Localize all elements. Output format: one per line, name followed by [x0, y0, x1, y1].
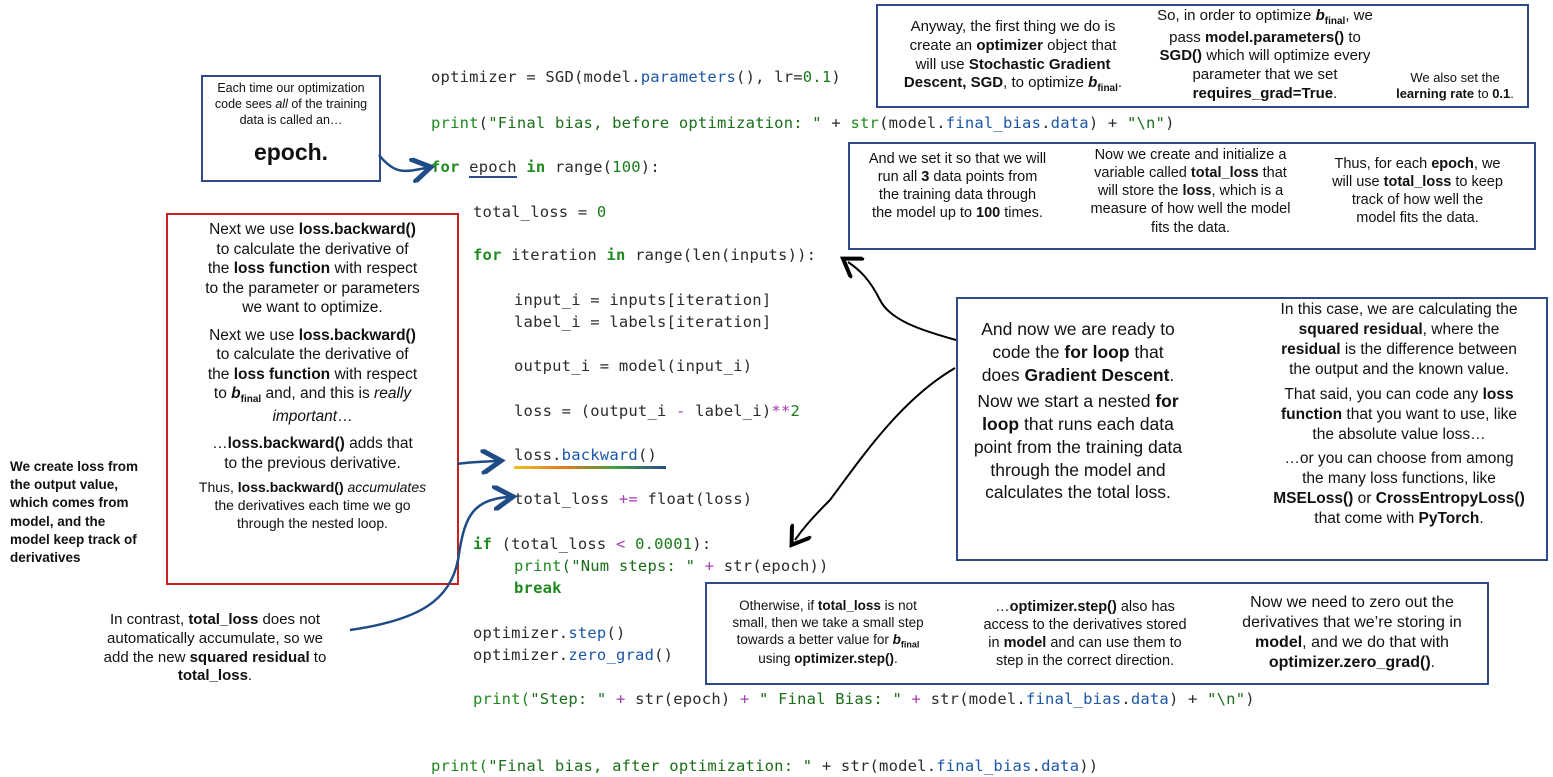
contrast-arrow	[349, 497, 508, 632]
annotation-arrows	[349, 154, 957, 632]
epoch-arrow	[378, 154, 426, 171]
for-loop-arrow	[848, 262, 957, 341]
nested-loop-arrow	[795, 367, 956, 540]
backward-arrow	[456, 461, 496, 464]
